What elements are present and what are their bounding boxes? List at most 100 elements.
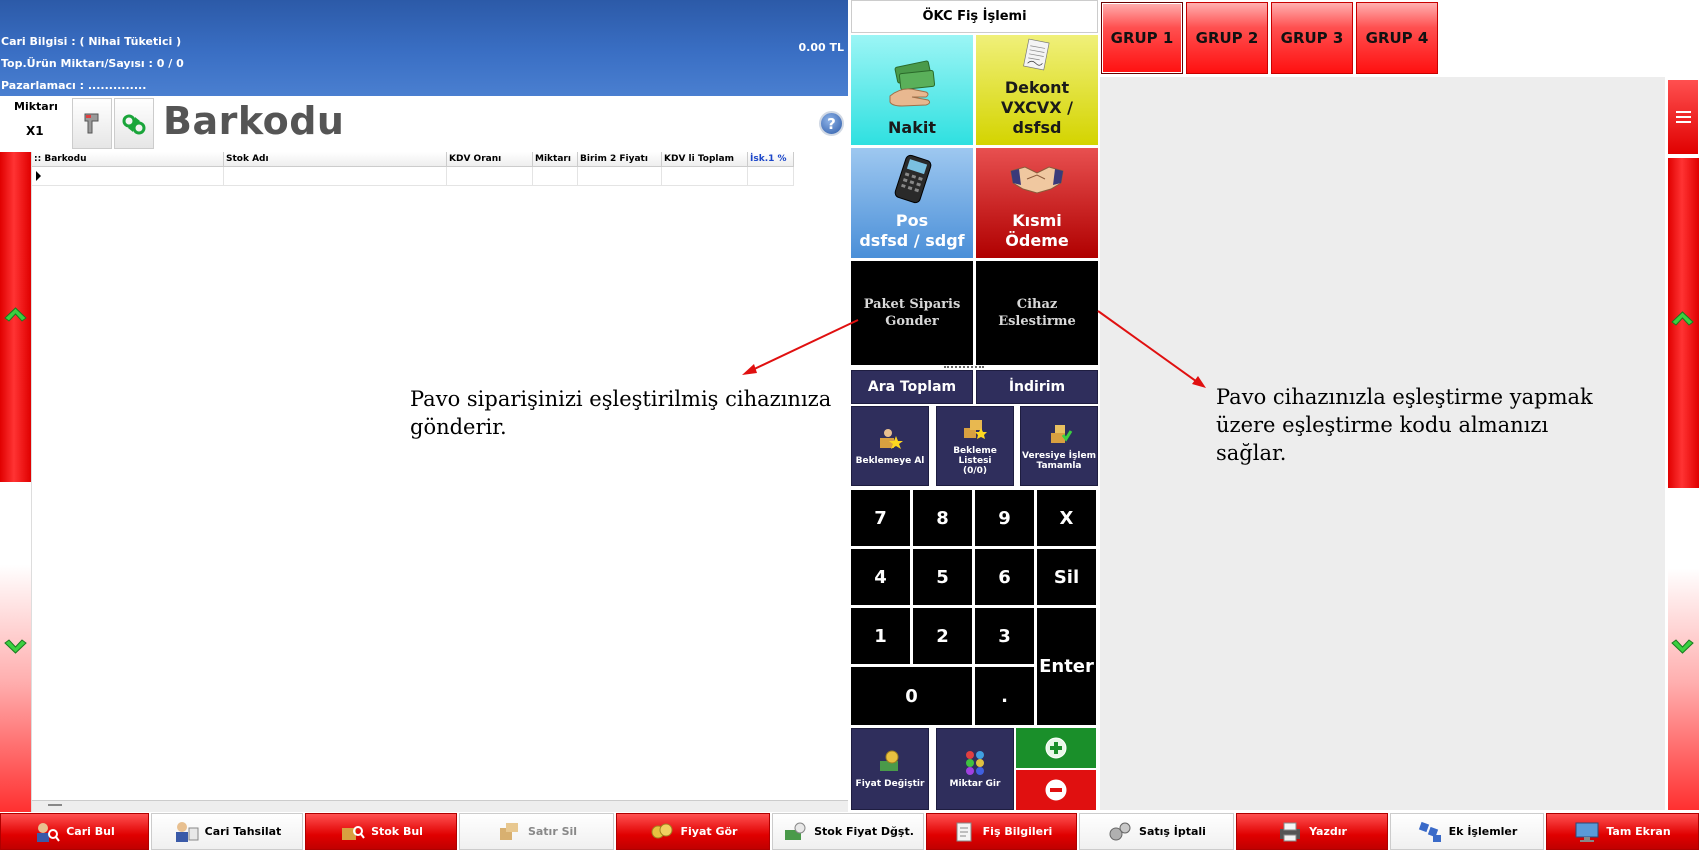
paket-siparis-gonder-button[interactable]: Paket Siparis Gonder <box>851 261 973 365</box>
pos-button[interactable]: Pos dsfsd / sdgf <box>851 148 973 258</box>
key-0[interactable]: 0 <box>851 667 972 725</box>
key-3[interactable]: 3 <box>975 608 1034 664</box>
ek-islemler-label: Ek İşlemler <box>1448 825 1518 838</box>
fiyat-degistir-button[interactable]: Fiyat Değiştir <box>851 728 929 810</box>
group-tab-4[interactable]: GRUP 4 <box>1356 2 1438 74</box>
cell-barkodu[interactable] <box>32 167 224 186</box>
beklemeye-al-button[interactable]: Beklemeye Al <box>851 406 929 486</box>
dekont-sub-label: VXCVX / dsfsd <box>1000 98 1074 137</box>
miktari-label: Miktarı <box>14 100 58 113</box>
key-6[interactable]: 6 <box>975 549 1034 605</box>
cari-bul-button[interactable]: Cari Bul <box>0 813 149 850</box>
col-barkodu[interactable]: :: Barkodu <box>32 152 224 167</box>
price-view-icon <box>651 823 672 838</box>
key-enter[interactable]: Enter <box>1037 608 1096 725</box>
key-x[interactable]: X <box>1037 490 1096 546</box>
grid-header: :: Barkodu Stok Adı KDV Oranı Miktarı Bi… <box>32 152 794 167</box>
pazarlamaci-text: Pazarlamacı : .............. <box>1 79 147 92</box>
veresiye-islem-tamamla-button[interactable]: Veresiye İşlem Tamamla <box>1020 406 1098 486</box>
barcode-scanner-button[interactable] <box>72 98 112 149</box>
cell-isk1[interactable] <box>748 167 794 186</box>
find-customer-icon <box>37 822 61 842</box>
col-birim2-fiyati[interactable]: Birim 2 Fiyatı <box>578 152 662 167</box>
nakit-label: Nakit <box>888 118 936 137</box>
total-amount: 0.00 TL <box>798 41 844 54</box>
fis-bilgileri-button[interactable]: Fiş Bilgileri <box>926 813 1077 850</box>
menu-button[interactable] <box>1668 80 1698 154</box>
satir-sil-label: Satır Sil <box>527 825 578 838</box>
miktari-value[interactable]: X1 <box>26 124 44 138</box>
grid-footer <box>32 800 848 812</box>
group-tab-1[interactable]: GRUP 1 <box>1101 2 1183 74</box>
key-dot[interactable]: . <box>975 667 1034 725</box>
bekleme-listesi-count: (0/0) <box>962 466 988 476</box>
left-scroll-up-strip[interactable] <box>0 152 31 482</box>
satis-iptali-button[interactable]: Satış İptali <box>1079 813 1234 850</box>
customer-collection-icon <box>175 821 199 842</box>
refresh-button[interactable] <box>114 98 154 149</box>
key-5[interactable]: 5 <box>913 549 972 605</box>
panel-splitter[interactable] <box>944 366 984 368</box>
cihaz-eslestirme-button[interactable]: Cihaz Eslestirme <box>976 261 1098 365</box>
stok-bul-button[interactable]: Stok Bul <box>305 813 457 850</box>
stok-fiyat-degistir-button[interactable]: Stok Fiyat Dğşt. <box>772 813 924 850</box>
bekleme-listesi-label: Bekleme Listesi <box>953 446 997 466</box>
minus-button[interactable] <box>1016 770 1096 810</box>
dekont-button[interactable]: Dekont VXCVX / dsfsd <box>976 35 1098 145</box>
hold-person-star-icon <box>880 429 903 449</box>
kismi-label: Kısmi <box>1012 211 1062 230</box>
cash-hand-icon <box>889 60 936 107</box>
kismi-odeme-button[interactable]: Kısmi Ödeme <box>976 148 1098 258</box>
cell-stok-adi[interactable] <box>224 167 447 186</box>
price-change-icon <box>880 750 899 771</box>
yazdir-button[interactable]: Yazdır <box>1236 813 1388 850</box>
key-2[interactable]: 2 <box>913 608 972 664</box>
miktar-gir-button[interactable]: Miktar Gir <box>936 728 1014 810</box>
group-tab-3[interactable]: GRUP 3 <box>1271 2 1353 74</box>
plus-button[interactable] <box>1016 728 1096 768</box>
satir-sil-button[interactable]: Satır Sil <box>459 813 614 850</box>
cari-bilgisi-text: Cari Bilgisi : ( Nihai Tüketici ) <box>1 35 182 48</box>
tam-ekran-button[interactable]: Tam Ekran <box>1546 813 1699 850</box>
col-isk1[interactable]: İsk.1 % <box>748 152 794 167</box>
left-scroll-down-strip[interactable] <box>0 482 31 812</box>
table-row[interactable] <box>32 167 794 186</box>
key-8[interactable]: 8 <box>913 490 972 546</box>
col-stok-adi[interactable]: Stok Adı <box>224 152 447 167</box>
stock-price-change-icon <box>785 822 806 840</box>
key-sil[interactable]: Sil <box>1037 549 1096 605</box>
cell-kdv-orani[interactable] <box>447 167 533 186</box>
pos-sub-label: dsfsd / sdgf <box>859 231 965 250</box>
ara-toplam-button[interactable]: Ara Toplam <box>851 370 973 404</box>
hamburger-icon <box>1675 116 1691 118</box>
stok-bul-label: Stok Bul <box>371 825 423 838</box>
barcode-scanner-icon <box>84 113 99 133</box>
key-9[interactable]: 9 <box>975 490 1034 546</box>
col-kdv-li-toplam[interactable]: KDV li Toplam <box>662 152 748 167</box>
odeme-label: Ödeme <box>1005 231 1069 250</box>
annotation-left-line1: Pavo siparişinizi eşleştirilmiş cihazını… <box>410 387 832 411</box>
bekleme-listesi-button[interactable]: Bekleme Listesi (0/0) <box>936 406 1014 486</box>
green-up-arrow-icon <box>1671 311 1694 326</box>
col-kdv-orani[interactable]: KDV Oranı <box>447 152 533 167</box>
key-4[interactable]: 4 <box>851 549 910 605</box>
key-7[interactable]: 7 <box>851 490 910 546</box>
cell-birim2-fiyati[interactable] <box>578 167 662 186</box>
cari-tahsilat-button[interactable]: Cari Tahsilat <box>151 813 303 850</box>
nakit-button[interactable]: Nakit <box>851 35 973 145</box>
ek-islemler-button[interactable]: Ek İşlemler <box>1390 813 1544 850</box>
key-1[interactable]: 1 <box>851 608 910 664</box>
find-stock-icon <box>342 825 365 840</box>
fiyat-gor-button[interactable]: Fiyat Gör <box>616 813 770 850</box>
help-button[interactable]: ? <box>819 111 844 136</box>
col-miktari[interactable]: Miktarı <box>533 152 578 167</box>
gonder-label: Gonder <box>885 314 939 329</box>
cell-miktari[interactable] <box>533 167 578 186</box>
cell-kdv-li-toplam[interactable] <box>662 167 748 186</box>
indirim-button[interactable]: İndirim <box>976 370 1098 404</box>
right-scroll-up-strip[interactable] <box>1668 158 1699 488</box>
right-scroll-down-strip[interactable] <box>1668 488 1699 810</box>
group-tab-2[interactable]: GRUP 2 <box>1186 2 1268 74</box>
annotation-right-line2: üzere eşleştirme kodu almanızı <box>1216 413 1549 437</box>
handshake-icon <box>1010 166 1064 194</box>
